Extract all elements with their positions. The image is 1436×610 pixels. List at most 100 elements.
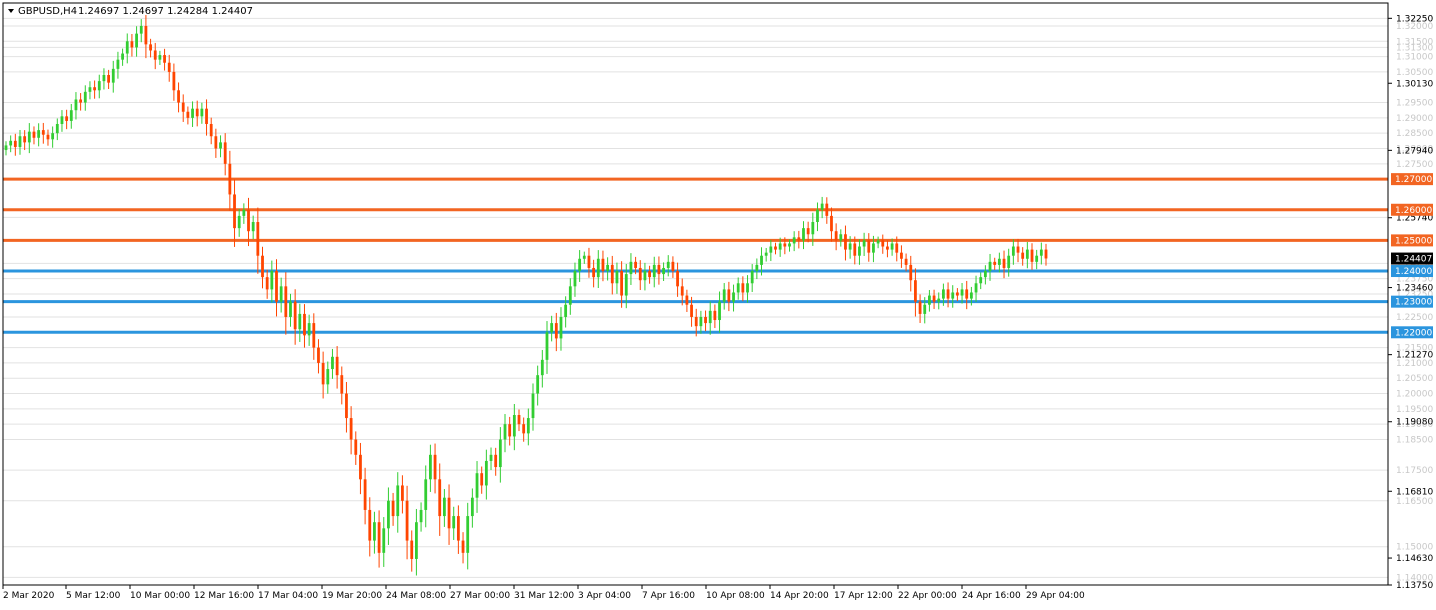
candle-down [149,44,152,51]
candle-up [37,130,41,138]
candle-up [736,283,740,293]
candle-down [354,439,358,455]
candle-up [498,439,502,468]
candle-up [928,295,931,305]
candle-down [228,163,232,195]
candle-down [806,228,810,235]
x-tick-label: 7 Apr 16:00 [642,591,695,601]
candle-up [760,255,763,265]
candle-up [960,289,964,296]
candle-up [428,454,432,480]
candle-up [732,292,735,302]
y-tick-label: 1.23460 [1396,284,1433,294]
x-tick-label: 17 Apr 12:00 [834,591,893,601]
candlestick-chart-svg[interactable]: 1.322501.320001.315001.313001.310001.305… [0,0,1436,606]
candle-up [596,258,600,278]
candle-up [415,522,418,559]
resistance-level-price-label: 1.27000 [1395,175,1432,185]
candle-up [872,243,875,253]
candle-up [536,375,540,394]
candle-down [177,90,180,103]
candle-down [620,271,624,296]
candle-up [979,277,983,284]
candle-down [825,203,829,216]
candle-down [363,479,367,510]
candle-up [191,108,194,118]
candle-up [18,136,22,147]
candle-up [1039,249,1043,256]
candle-up [237,215,241,229]
y-tick-label: 1.19080 [1396,418,1433,428]
x-tick-label: 12 Mar 16:00 [194,591,254,601]
candle-up [326,369,330,385]
candle-up [923,304,927,314]
candle-down [774,246,777,250]
candle-up [1035,255,1039,262]
candle-up [125,41,129,54]
candle-down [186,111,190,118]
candle-down [480,473,484,486]
candle-down [638,267,642,281]
candle-up [839,234,843,241]
candle-down [312,323,316,348]
candle-up [531,393,535,419]
candle-down [377,522,381,553]
grid-level-label: 1.20500 [1396,374,1433,384]
candle-down [676,271,679,287]
candle-down [317,347,320,363]
candle-up [792,237,796,244]
candle-down [144,25,148,45]
candle-down [634,261,637,268]
candle-down [965,289,969,299]
candle-down [592,267,596,278]
candle-up [424,479,428,510]
candle-down [694,316,698,327]
candle-down [704,316,707,324]
candle-up [624,274,628,296]
candle-up [746,283,749,293]
candle-up [452,516,456,529]
candle-up [489,454,493,461]
candle-down [993,261,997,265]
candle-up [279,286,283,302]
grid-level-label: 1.22500 [1396,313,1433,323]
candle-up [270,271,274,290]
candle-up [51,133,55,140]
candle-down [438,479,442,517]
candle-up [890,243,894,250]
candle-up [643,271,647,281]
y-tick-label: 1.13750 [1396,581,1433,591]
candle-down [391,500,395,517]
y-tick-label: 1.14630 [1396,554,1433,564]
candle-up [4,145,8,151]
candle-up [111,68,115,83]
candle-up [974,283,978,293]
candle-up [373,522,376,541]
candle-down [587,255,591,268]
candle-down [900,252,903,259]
candle-up [1025,249,1029,259]
candle-down [65,116,69,121]
candle-down [797,237,801,241]
candle-up [816,209,819,223]
candle-up [442,497,446,517]
grid-level-label: 1.29500 [1396,99,1433,109]
price-chart[interactable]: 1.32250 1.32000 1.31500 1.31300 1.31000 1.305… [0,0,1436,606]
candle-down [265,277,269,290]
candle-down [494,454,498,468]
candle-down [433,454,437,480]
candle-down [349,418,353,440]
candle-down [932,295,936,302]
candle-down [93,87,97,91]
candle-down [844,234,847,250]
candle-down [321,362,325,385]
x-tick-label: 3 Apr 04:00 [578,591,631,601]
candle-down [401,485,404,501]
candle-up [121,53,124,60]
candle-down [554,323,558,339]
candle-down [247,209,250,232]
candle-up [666,261,670,268]
grid-level-label: 1.18500 [1396,436,1433,446]
candle-up [466,516,470,553]
candle-up [811,222,815,235]
